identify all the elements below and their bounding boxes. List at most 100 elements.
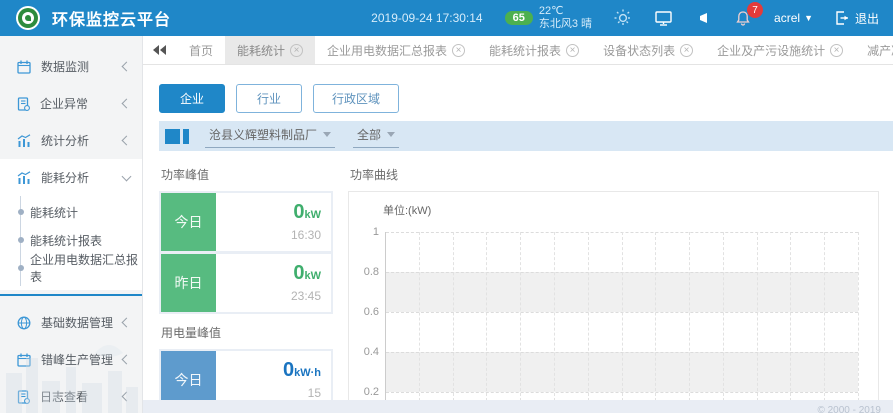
datetime: 2019-09-24 17:30:14	[371, 11, 482, 25]
x-gridline	[554, 232, 555, 401]
close-icon[interactable]: ×	[566, 44, 579, 57]
chart-unit-label: 单位:(kW)	[383, 202, 878, 218]
x-gridline	[453, 232, 454, 401]
close-icon[interactable]: ×	[680, 44, 693, 57]
sidebar-item-energy-statistics-report[interactable]: 能耗统计报表	[0, 226, 142, 254]
period-label: 昨日	[161, 254, 216, 312]
sidebar-sublist: 能耗统计 能耗统计报表 企业用电数据汇总报表	[0, 196, 142, 290]
close-icon[interactable]: ×	[830, 44, 843, 57]
power-curve-chart: 单位:(kW) 1 0.8 0.6 0.4 0.2	[348, 191, 879, 403]
chart-icon	[17, 134, 31, 147]
monitor-icon[interactable]	[654, 9, 672, 27]
x-gridline	[655, 232, 656, 401]
notification-count-badge[interactable]: 7	[747, 2, 763, 18]
sun-icon	[614, 9, 632, 27]
tab-reduction-analysis[interactable]: 减产减排分析 ×	[855, 36, 893, 64]
dimension-switch: 企业 行业 行政区域	[159, 84, 893, 113]
energy-peak-title: 用电量峰值	[161, 324, 333, 341]
close-icon[interactable]: ×	[452, 44, 465, 57]
x-gridline	[757, 232, 758, 401]
industry-button[interactable]: 行业	[236, 84, 302, 113]
company-select[interactable]: 沧县义辉塑料制品厂	[205, 124, 335, 148]
sidebar-item-energy-statistics[interactable]: 能耗统计	[0, 198, 142, 226]
footer-strip: © 2000 - 2019	[143, 400, 893, 413]
admin-region-button[interactable]: 行政区域	[313, 84, 399, 113]
x-gridline	[486, 232, 487, 401]
power-curve-panel: 功率曲线 单位:(kW) 1 0.8 0.6 0.4 0.2	[348, 164, 893, 411]
sidebar-item-enterprise-power-summary-report[interactable]: 企业用电数据汇总报表	[0, 254, 142, 282]
power-peak-card-today: 今日 0kW 16:30	[161, 193, 331, 251]
power-peak-title: 功率峰值	[161, 166, 333, 183]
chevron-down-icon	[122, 171, 132, 181]
sidebar-item-enterprise-anomaly[interactable]: 企业异常	[0, 85, 142, 122]
weather-widget: 65 22℃ 东北风3 晴	[505, 5, 592, 31]
scope-select[interactable]: 全部	[353, 124, 399, 148]
caret-down-icon	[387, 132, 395, 137]
peak-panel: 功率峰值 今日 0kW 16:30 昨日	[159, 164, 333, 411]
tab-home[interactable]: 首页	[177, 36, 225, 64]
content-area: 企业 行业 行政区域 沧县义辉塑料制品厂 全部 功率峰值	[143, 65, 893, 413]
y-tick-label: 0.8	[364, 266, 379, 278]
enterprise-button[interactable]: 企业	[159, 84, 225, 113]
sidebar-nav: 数据监测 企业异常 统计分析	[0, 36, 143, 413]
chevron-left-icon	[122, 136, 132, 146]
power-curve-title: 功率曲线	[350, 166, 893, 183]
chart-y-axis: 10.80.60.40.2	[349, 232, 385, 401]
tab-device-status-list[interactable]: 设备状态列表 ×	[591, 36, 705, 64]
logout-label: 退出	[855, 10, 879, 27]
x-gridline	[419, 232, 420, 401]
user-menu[interactable]: acrel ▼	[774, 11, 813, 25]
tab-energy-statistics-report[interactable]: 能耗统计报表 ×	[477, 36, 591, 64]
x-gridline	[520, 232, 521, 401]
app-title: 环保监控云平台	[52, 6, 171, 30]
logout-icon	[835, 11, 849, 25]
decor-square-icon	[165, 129, 180, 144]
notifications-bell-icon[interactable]: 7	[734, 9, 752, 27]
x-gridline	[858, 232, 859, 401]
tab-enterprise-pollution-facility-stats[interactable]: 企业及产污设施统计 ×	[705, 36, 855, 64]
temperature: 22℃	[539, 5, 592, 18]
sidebar-divider	[0, 294, 142, 296]
tab-bar: 首页 能耗统计 × 企业用电数据汇总报表 × 能耗统计报表 × 设备状态列表 ×…	[143, 36, 893, 65]
speaker-icon[interactable]	[694, 9, 712, 27]
close-icon[interactable]: ×	[290, 44, 303, 57]
caret-down-icon: ▼	[804, 13, 813, 23]
sidebar-item-statistics-analysis[interactable]: 统计分析	[0, 122, 142, 159]
tab-enterprise-power-summary-report[interactable]: 企业用电数据汇总报表 ×	[315, 36, 477, 64]
copyright-text: © 2000 - 2019	[817, 405, 881, 413]
app-logo-icon	[16, 6, 40, 30]
sidebar-group-energy-analysis: 能耗分析 能耗统计 能耗统计报表 企业用电数据汇总报表	[0, 159, 142, 290]
x-gridline	[588, 232, 589, 401]
aqi-badge: 65	[505, 11, 533, 25]
tab-energy-statistics[interactable]: 能耗统计 ×	[225, 36, 315, 64]
filter-bar: 沧县义辉塑料制品厂 全部	[159, 121, 893, 151]
y-tick-label: 0.6	[364, 306, 379, 318]
peak-time: 23:45	[291, 289, 321, 303]
document-icon	[17, 97, 30, 111]
x-gridline	[622, 232, 623, 401]
chevron-left-icon	[122, 62, 132, 72]
chart-grid	[385, 232, 858, 401]
x-gridline	[723, 232, 724, 401]
top-header: 环保监控云平台 2019-09-24 17:30:14 65 22℃ 东北风3 …	[0, 0, 893, 36]
y-tick-label: 0.2	[364, 386, 379, 398]
username: acrel	[774, 11, 800, 25]
x-gridline	[824, 232, 825, 401]
decor-bar-icon	[183, 129, 189, 144]
calendar-icon	[17, 60, 31, 74]
weather-text: 东北风3 晴	[539, 18, 592, 31]
period-label: 今日	[161, 193, 216, 251]
x-gridline	[689, 232, 690, 401]
chevron-left-icon	[122, 99, 132, 109]
x-gridline	[790, 232, 791, 401]
y-tick-label: 0.4	[364, 346, 379, 358]
peak-time: 16:30	[291, 228, 321, 242]
peak-time: 15	[308, 386, 321, 400]
sidebar-item-energy-analysis[interactable]: 能耗分析	[0, 159, 142, 196]
sidebar-item-data-monitoring[interactable]: 数据监测	[0, 48, 142, 85]
power-peak-card-yesterday: 昨日 0kW 23:45	[161, 254, 331, 312]
tabs-scroll-left-icon[interactable]	[143, 36, 177, 64]
logout-button[interactable]: 退出	[835, 10, 879, 27]
y-tick-label: 1	[373, 226, 379, 238]
caret-down-icon	[323, 132, 331, 137]
